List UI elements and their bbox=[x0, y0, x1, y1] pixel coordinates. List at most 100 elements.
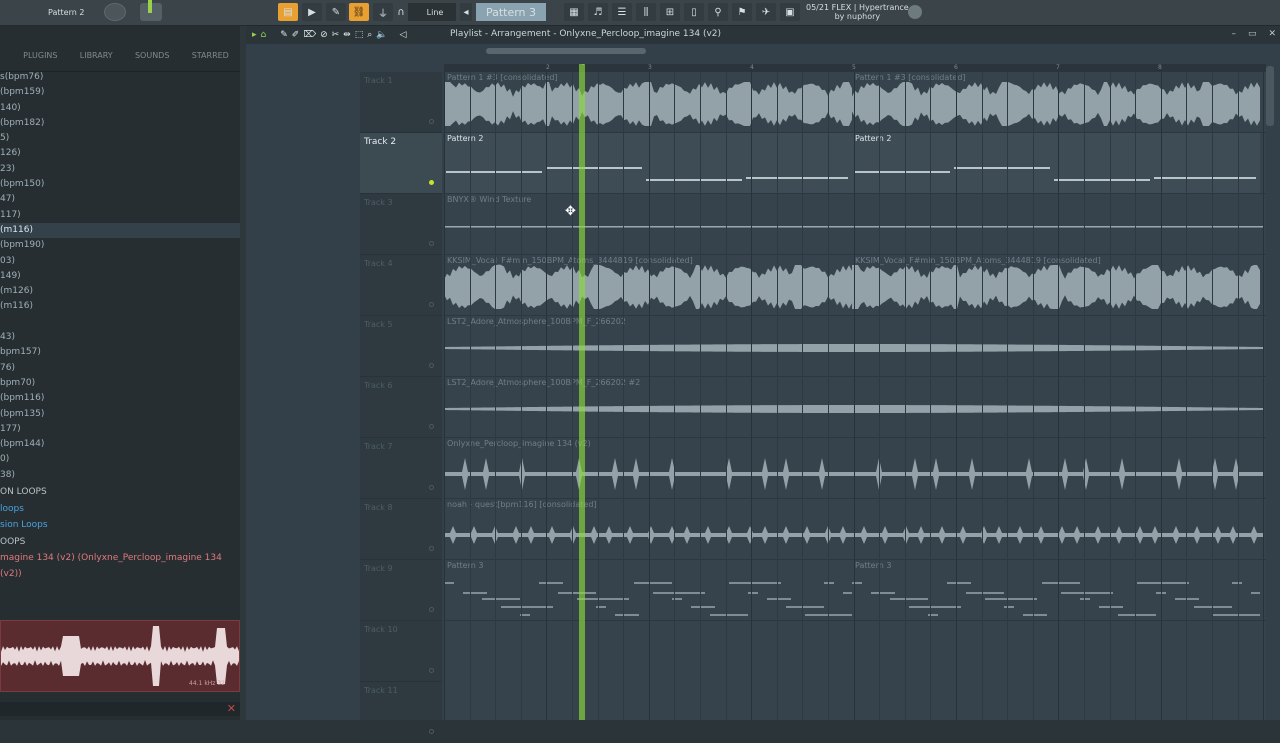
mute-tool-icon[interactable]: ⊘ bbox=[320, 30, 328, 40]
playhead-marker[interactable] bbox=[578, 64, 588, 65]
browser-item[interactable]: (bpm159) bbox=[0, 85, 240, 100]
browser-item[interactable]: (m116) bbox=[0, 299, 240, 314]
piano-roll-icon[interactable]: ♬ bbox=[588, 3, 608, 21]
track-mute-led[interactable] bbox=[429, 546, 434, 551]
globe-icon[interactable] bbox=[908, 5, 922, 19]
timeline-ruler[interactable]: 2 3 4 5 6 7 8 bbox=[444, 64, 1266, 72]
track-header[interactable]: Track 1 bbox=[360, 72, 442, 133]
news-panel[interactable]: 05/21 FLEX | Hypertrance by nuphory bbox=[806, 3, 909, 21]
play-arrangement-icon[interactable]: ◁ bbox=[400, 30, 407, 40]
browser-item[interactable]: s(bpm76) bbox=[0, 70, 240, 85]
browser-folder[interactable]: ON LOOPS bbox=[0, 484, 240, 501]
sample-preview[interactable]: 44.1 kHz 32 bbox=[0, 620, 240, 692]
browser-item[interactable]: bpm157) bbox=[0, 345, 240, 360]
browser-item[interactable]: 0) bbox=[0, 452, 240, 467]
track-header[interactable]: Track 4 bbox=[360, 255, 442, 316]
track-header[interactable]: Track 7 bbox=[360, 438, 442, 499]
track-lane[interactable]: Pattern 1 #3 [consolidated] Pattern 1 #3 … bbox=[444, 72, 1266, 133]
browser-item[interactable] bbox=[0, 315, 240, 330]
track-lane[interactable]: Pattern 3 Pattern 3 bbox=[444, 560, 1266, 621]
track-header[interactable]: Track 3 bbox=[360, 194, 442, 255]
playlist-clip[interactable]: Pattern 3 bbox=[852, 560, 1260, 620]
master-pitch-slider[interactable] bbox=[140, 0, 162, 21]
link-icon[interactable]: ⛓ bbox=[349, 3, 369, 21]
slip-tool-icon[interactable]: ✂ bbox=[332, 30, 340, 40]
tab-library[interactable]: LIBRARY bbox=[80, 51, 113, 60]
playlist-clip[interactable]: KKSIM_Vocal_F#min_150BPM_Atoms_3444819 [… bbox=[852, 255, 1260, 315]
browser-item[interactable]: 117) bbox=[0, 208, 240, 223]
tab-plugins[interactable]: PLUGINS bbox=[23, 51, 57, 60]
browser-item[interactable]: 149) bbox=[0, 269, 240, 284]
cpu-icon[interactable]: ▣ bbox=[780, 3, 800, 21]
track-lane[interactable]: Pattern 2 Pattern 2 bbox=[444, 133, 1266, 194]
track-lane[interactable]: Onlyxne_Percloop_imagine 134 (v2) bbox=[444, 438, 1266, 499]
snap-magnet-icon[interactable]: ⌂ bbox=[261, 30, 267, 40]
browser-item[interactable]: 43) bbox=[0, 330, 240, 345]
arrangement-grid[interactable]: 2345678 Pattern 1 #3 [consolidated] Patte… bbox=[444, 64, 1266, 720]
browser-item[interactable]: (m116) bbox=[0, 222, 240, 239]
track-lane[interactable]: LST2_Adore_Atmosphere_100BPM_F_266202 #2 bbox=[444, 377, 1266, 438]
track-mute-led[interactable] bbox=[429, 302, 434, 307]
track-header[interactable]: Track 10 bbox=[360, 621, 442, 682]
play-button[interactable]: ▶ bbox=[302, 3, 322, 21]
browser-item[interactable]: (bpm190) bbox=[0, 238, 240, 253]
draw-tool-icon[interactable]: ✎ bbox=[280, 30, 288, 40]
track-header[interactable]: Track 9 bbox=[360, 560, 442, 621]
vertical-scrollbar[interactable] bbox=[1266, 66, 1274, 126]
delete-tool-icon[interactable]: ⌦ bbox=[303, 30, 316, 40]
track-mute-led[interactable] bbox=[429, 485, 434, 490]
stamp-icon[interactable]: ⏚ bbox=[373, 3, 393, 21]
track-lane[interactable]: KKSIM_Vocal_F#min_150BPM_Atoms_3444819 [… bbox=[444, 255, 1266, 316]
browser-item[interactable]: 47) bbox=[0, 192, 240, 207]
paint-tool-icon[interactable]: ✐ bbox=[292, 30, 300, 40]
tempo-icon[interactable]: ⚑ bbox=[732, 3, 752, 21]
pattern-song-mode-button[interactable]: ▤ bbox=[278, 3, 298, 21]
browser-item[interactable]: (bpm150) bbox=[0, 177, 240, 192]
tab-starred[interactable]: STARRED bbox=[192, 51, 229, 60]
track-mute-led[interactable] bbox=[429, 119, 434, 124]
menu-arrow-icon[interactable]: ▸ bbox=[252, 30, 257, 40]
help-icon[interactable]: ✈ bbox=[756, 3, 776, 21]
master-volume-knob[interactable] bbox=[104, 3, 126, 21]
tab-sounds[interactable]: SOUNDS bbox=[135, 51, 169, 60]
playback-tool-icon[interactable]: 🔈 bbox=[376, 30, 387, 40]
playlist-icon[interactable]: ▦ bbox=[564, 3, 584, 21]
browser-folder[interactable]: loops bbox=[0, 501, 240, 518]
browser-item[interactable]: 23) bbox=[0, 162, 240, 177]
browser-folder[interactable]: sion Loops bbox=[0, 517, 240, 534]
browser-item[interactable]: 38) bbox=[0, 468, 240, 483]
minimize-icon[interactable]: – bbox=[1231, 29, 1236, 39]
select-tool-icon[interactable]: ⬚ bbox=[355, 30, 364, 40]
browser-folder[interactable]: magine 134 (v2) (Onlyxne_Percloop_imagin… bbox=[0, 550, 240, 579]
browser-folder[interactable]: OOPS bbox=[0, 534, 240, 551]
browser-item[interactable]: 177) bbox=[0, 422, 240, 437]
browser-item[interactable]: 03) bbox=[0, 254, 240, 269]
track-header[interactable]: Track 11 bbox=[360, 682, 442, 743]
plugin-icon[interactable]: ⚲ bbox=[708, 3, 728, 21]
browser-icon[interactable]: ⊞ bbox=[660, 3, 680, 21]
playlist-clip[interactable]: Pattern 2 bbox=[852, 133, 1260, 193]
browser-item[interactable]: 140) bbox=[0, 101, 240, 116]
slice-tool-icon[interactable]: ⇹ bbox=[343, 30, 351, 40]
browser-item[interactable]: bpm70) bbox=[0, 376, 240, 391]
record-mode-icon[interactable]: ✎ bbox=[326, 3, 346, 21]
browser-item[interactable]: (bpm182) bbox=[0, 116, 240, 131]
track-mute-led[interactable] bbox=[429, 668, 434, 673]
track-header[interactable]: Track 2 bbox=[360, 133, 442, 194]
close-window-icon[interactable]: ✕ bbox=[1268, 29, 1276, 39]
browser-item[interactable]: 5) bbox=[0, 131, 240, 146]
track-mute-led[interactable] bbox=[429, 363, 434, 368]
mixer-icon[interactable]: ⫼ bbox=[636, 3, 656, 21]
browser-item[interactable]: (m126) bbox=[0, 284, 240, 299]
zoom-tool-icon[interactable]: ⌕ bbox=[367, 30, 372, 40]
browser-item[interactable]: (bpm116) bbox=[0, 391, 240, 406]
magnet-icon[interactable]: ∩ bbox=[396, 3, 406, 21]
track-mute-led[interactable] bbox=[429, 180, 434, 185]
horizontal-scrollbar[interactable] bbox=[486, 48, 646, 54]
browser-item[interactable]: 126) bbox=[0, 146, 240, 161]
playhead[interactable] bbox=[579, 64, 585, 720]
pattern-select[interactable]: Pattern 3 bbox=[476, 3, 546, 21]
browser-item[interactable]: (bpm144) bbox=[0, 437, 240, 452]
browser-item[interactable]: (bpm135) bbox=[0, 407, 240, 422]
track-mute-led[interactable] bbox=[429, 241, 434, 246]
